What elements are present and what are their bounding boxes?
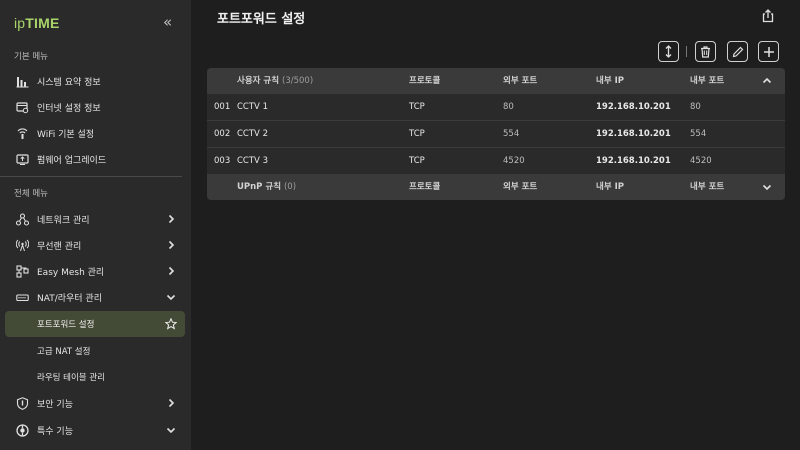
firmware-upgrade-icon	[16, 153, 29, 166]
cell-internal-ip: 192.168.10.201	[596, 129, 671, 139]
sidebar-subitem-label: 포트포워드 설정	[37, 320, 95, 330]
cell-number: 003	[214, 156, 231, 166]
sidebar-item-label: 무선랜 관리	[37, 241, 82, 252]
cell-protocol: TCP	[409, 156, 425, 166]
cell-protocol: TCP	[409, 102, 425, 112]
column-header-internal-port: 내부 포트	[690, 76, 725, 86]
sidebar-item-internet-settings[interactable]: 인터넷 설정 정보	[0, 94, 191, 120]
sidebar-item-special-functions[interactable]: 특수 기능	[0, 417, 191, 443]
reorder-icon	[665, 45, 672, 58]
sidebar-item-wireless[interactable]: 무선랜 관리	[0, 232, 191, 258]
sidebar-item-nat-router[interactable]: NAT/라우터 관리	[0, 284, 191, 310]
column-header-external-port: 외부 포트	[503, 76, 538, 86]
chevron-right-icon	[168, 214, 175, 224]
cell-name: CCTV 2	[237, 129, 268, 139]
sidebar-item-label: 인터넷 설정 정보	[37, 103, 101, 114]
column-header-internal-ip: 내부 IP	[596, 76, 624, 86]
sidebar-item-label: 보안 기능	[37, 399, 73, 410]
column-header-protocol: 프로토콜	[409, 182, 441, 192]
basic-menu-label: 기본 메뉴	[14, 52, 48, 62]
sidebar-item-security[interactable]: 보안 기능	[0, 390, 191, 416]
cell-external-port: 554	[503, 129, 520, 139]
cell-name: CCTV 1	[237, 102, 268, 112]
cell-internal-port: 4520	[690, 156, 712, 166]
network-icon	[16, 212, 29, 226]
wifi-icon	[16, 127, 29, 140]
sidebar-item-label: 특수 기능	[37, 426, 73, 437]
bar-chart-icon	[16, 75, 29, 88]
sidebar-subitem-port-forward[interactable]: 포트포워드 설정	[5, 311, 185, 337]
sidebar-subitem-routing-table[interactable]: 라우팅 테이블 관리	[0, 364, 191, 390]
chevron-down-icon[interactable]	[762, 182, 772, 192]
sidebar-item-label: 펌웨어 업그레이드	[37, 155, 107, 166]
column-header-internal-ip: 내부 IP	[596, 182, 624, 192]
cell-internal-port: 80	[690, 102, 701, 112]
cell-number: 001	[214, 102, 231, 112]
sidebar-item-label: 네트워크 관리	[37, 215, 90, 226]
cell-number: 002	[214, 129, 231, 139]
upnp-rules-header[interactable]: UPnP 규칙 (0) 프로토콜 외부 포트 내부 IP 내부 포트	[207, 174, 785, 200]
mesh-icon	[16, 264, 29, 278]
chevron-right-icon	[168, 266, 175, 276]
column-header-protocol: 프로토콜	[409, 76, 441, 86]
sidebar-item-network[interactable]: 네트워크 관리	[0, 206, 191, 232]
column-header-external-port: 외부 포트	[503, 182, 538, 192]
sidebar-divider	[0, 176, 182, 177]
sidebar-item-label: NAT/라우터 관리	[37, 293, 102, 304]
plus-icon	[763, 46, 774, 57]
chevron-up-icon[interactable]	[762, 76, 772, 86]
sidebar-subitem-label: 고급 NAT 설정	[37, 347, 91, 357]
edit-button[interactable]	[727, 41, 748, 62]
cell-external-port: 80	[503, 102, 514, 112]
toolbar-separator	[686, 46, 687, 57]
user-rules-header[interactable]: 사용자 규칙 (3/500) 프로토콜 외부 포트 내부 IP 내부 포트	[207, 68, 785, 94]
wireless-icon	[16, 239, 29, 252]
star-favorite-icon[interactable]	[165, 318, 177, 330]
chevron-right-icon	[168, 240, 175, 250]
sidebar-item-label: 시스템 요약 정보	[37, 77, 101, 88]
cell-internal-ip: 192.168.10.201	[596, 156, 671, 166]
trash-icon	[701, 45, 710, 58]
chevron-down-icon	[166, 427, 176, 434]
sidebar-item-label: WiFi 기본 설정	[37, 129, 95, 140]
cell-internal-ip: 192.168.10.201	[596, 102, 671, 112]
cell-protocol: TCP	[409, 129, 425, 139]
cell-name: CCTV 3	[237, 156, 268, 166]
chevron-down-icon	[166, 294, 176, 301]
add-button[interactable]	[758, 41, 779, 62]
sidebar-item-easy-mesh[interactable]: Easy Mesh 관리	[0, 258, 191, 284]
page-title: 포트포워드 설정	[217, 12, 306, 27]
port-forward-table: 사용자 규칙 (3/500) 프로토콜 외부 포트 내부 IP 내부 포트 00…	[207, 68, 785, 200]
sidebar-item-wifi-settings[interactable]: WiFi 기본 설정	[0, 120, 191, 146]
upnp-rules-title: UPnP 규칙 (0)	[237, 182, 297, 192]
sidebar-subitem-advanced-nat[interactable]: 고급 NAT 설정	[0, 338, 191, 364]
iptime-logo[interactable]: ipTIME	[14, 15, 60, 31]
table-row[interactable]: 003 CCTV 3 TCP 4520 192.168.10.201 4520	[207, 148, 785, 174]
sidebar-item-label: Easy Mesh 관리	[37, 267, 105, 278]
table-row[interactable]: 002 CCTV 2 TCP 554 192.168.10.201 554	[207, 121, 785, 147]
cell-internal-port: 554	[690, 129, 707, 139]
table-row[interactable]: 001 CCTV 1 TCP 80 192.168.10.201 80	[207, 94, 785, 120]
sidebar-item-system-summary[interactable]: 시스템 요약 정보	[0, 68, 191, 94]
delete-button[interactable]	[695, 41, 716, 62]
router-icon	[16, 291, 29, 304]
sidebar: ipTIME « 기본 메뉴 시스템 요약 정보 인터넷 설정 정보 WiFi …	[0, 0, 191, 450]
chevron-right-icon	[168, 398, 175, 408]
export-icon[interactable]	[760, 8, 776, 24]
cell-external-port: 4520	[503, 156, 525, 166]
full-menu-label: 전체 메뉴	[14, 189, 48, 199]
internet-settings-icon	[16, 101, 29, 114]
reorder-button[interactable]	[658, 41, 679, 62]
user-rules-title: 사용자 규칙 (3/500)	[237, 76, 314, 86]
shield-icon	[16, 396, 29, 410]
pencil-icon	[732, 46, 743, 57]
sidebar-item-firmware-upgrade[interactable]: 펌웨어 업그레이드	[0, 146, 191, 172]
sidebar-subitem-label: 라우팅 테이블 관리	[37, 373, 105, 383]
special-function-icon	[16, 423, 29, 437]
column-header-internal-port: 내부 포트	[690, 182, 725, 192]
collapse-sidebar-icon[interactable]: «	[163, 13, 172, 31]
